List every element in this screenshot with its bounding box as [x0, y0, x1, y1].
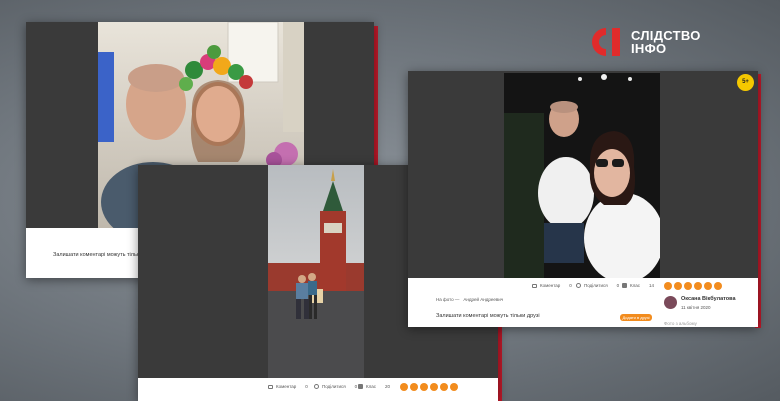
center-action-like[interactable]: Клас 20 — [358, 384, 390, 389]
rating-circle-3[interactable] — [420, 383, 428, 391]
like-icon — [622, 283, 627, 288]
rating-circle-6[interactable] — [714, 282, 722, 290]
right-post-footer: Коментар 0 Поділитися 0 Клас 14 На фото … — [408, 278, 758, 327]
rating-circle-4[interactable] — [694, 282, 702, 290]
comment-count: 0 — [305, 384, 308, 389]
center-action-comment[interactable]: Коментар 0 — [268, 384, 308, 389]
comment-count: 0 — [569, 283, 572, 288]
comment-icon — [532, 283, 537, 288]
right-post-comment-notice: Залишати коментарі можуть тільки друзі — [436, 313, 540, 319]
logo-line-2: ІНФО — [631, 41, 667, 56]
rating-circle-4[interactable] — [430, 383, 438, 391]
rating-circle-5[interactable] — [440, 383, 448, 391]
album-link[interactable]: Фото з альбому — [664, 321, 697, 326]
author-name[interactable]: Оксана Вікбулатова — [681, 296, 736, 302]
rating-circle-6[interactable] — [450, 383, 458, 391]
center-post-footer: Коментар 0 Поділитися 0 Клас 20 — [138, 378, 498, 401]
like-icon — [358, 384, 363, 389]
rating-circle-5[interactable] — [704, 282, 712, 290]
comment-icon — [268, 384, 273, 389]
share-count: 0 — [616, 283, 620, 288]
add-friend-button[interactable]: Додати в друзі — [620, 314, 652, 321]
center-action-share[interactable]: Поділитися 0 — [314, 384, 357, 389]
right-rating-row — [664, 282, 724, 292]
right-action-comment[interactable]: Коментар 0 — [532, 283, 572, 288]
rating-circle-2[interactable] — [410, 383, 418, 391]
center-post-photo[interactable] — [268, 165, 364, 378]
rating-circle-1[interactable] — [400, 383, 408, 391]
like-count: 20 — [385, 384, 391, 389]
rating-circle-2[interactable] — [674, 282, 682, 290]
rating-circle-1[interactable] — [664, 282, 672, 290]
author-date: 11 квітня 2020 — [681, 305, 711, 310]
share-count: 0 — [354, 384, 358, 389]
author-avatar[interactable] — [664, 296, 677, 309]
slidstvo-info-logo: СЛІДСТВО ІНФО — [586, 22, 701, 62]
like-label: Клас — [366, 384, 376, 389]
comment-label: Коментар — [540, 283, 561, 288]
logo-text: СЛІДСТВО ІНФО — [631, 29, 701, 55]
like-count: 14 — [649, 283, 655, 288]
share-icon — [314, 384, 319, 389]
share-label: Поділитися — [584, 283, 608, 288]
rating-circle-3[interactable] — [684, 282, 692, 290]
age-rating-badge: 5+ — [737, 74, 754, 91]
photo-tag-line: На фото — Андрей Андреевич — [436, 297, 503, 302]
center-rating-row — [400, 383, 460, 393]
right-action-share[interactable]: Поділитися 0 — [576, 283, 619, 288]
share-label: Поділитися — [322, 384, 346, 389]
like-label: Клас — [630, 283, 640, 288]
right-post-photo[interactable] — [504, 73, 660, 278]
photo-tag-person[interactable]: Андрей Андреевич — [463, 297, 503, 302]
comment-label: Коментар — [276, 384, 297, 389]
right-post: 5+ Коментар 0 Поділитися 0 Клас 14 На фо… — [408, 71, 758, 327]
logo-mark-icon — [586, 24, 626, 60]
photo-tag-prefix: На фото — — [436, 297, 460, 302]
share-icon — [576, 283, 581, 288]
right-action-like[interactable]: Клас 14 — [622, 283, 654, 288]
